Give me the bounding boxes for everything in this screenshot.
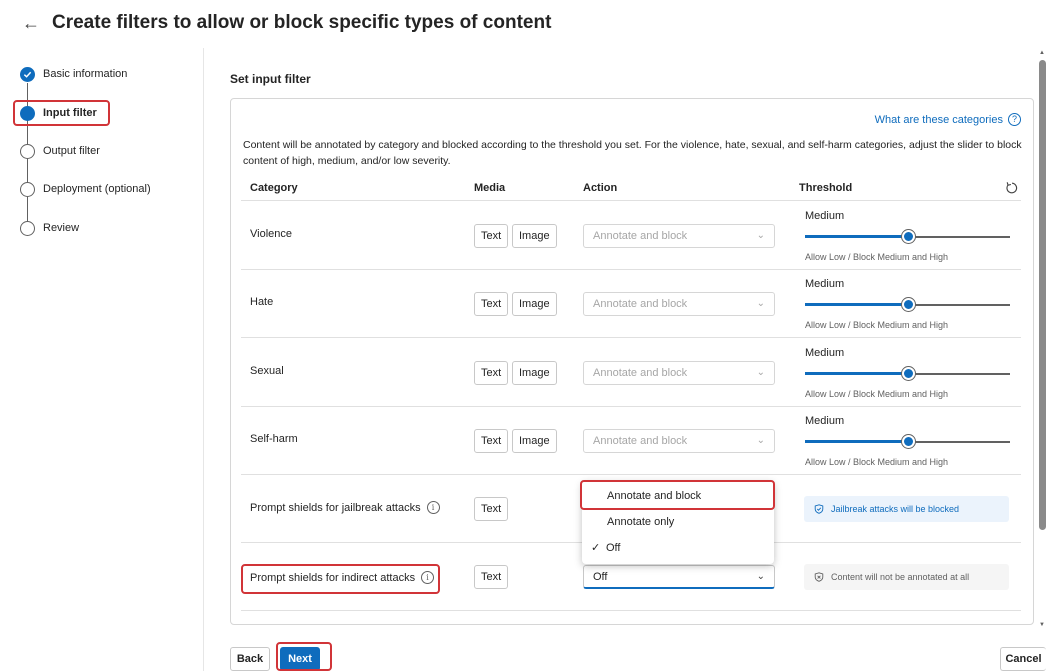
table-header: Category Media Action Threshold <box>241 177 1021 201</box>
category-label: Violence <box>250 228 292 240</box>
threshold-label: Medium <box>805 415 845 427</box>
section-title: Set input filter <box>230 72 311 86</box>
media-image-button[interactable]: Image <box>512 429 557 453</box>
media-text-button[interactable]: Text <box>474 224 509 248</box>
table-row: Hate Text Image Annotate and block ⌄ Medium Al… <box>241 270 1021 338</box>
option-off[interactable]: ✓ Off <box>582 535 774 561</box>
step-deployment[interactable]: Deployment (optional) <box>20 177 151 201</box>
threshold-description: Allow Low / Block Medium and High <box>805 320 949 330</box>
slider-thumb[interactable] <box>902 230 915 243</box>
categories-help-link[interactable]: What are these categories ? <box>875 113 1021 126</box>
media-image-button[interactable]: Image <box>512 292 557 316</box>
media-image-button[interactable]: Image <box>512 224 557 248</box>
media-text-button[interactable]: Text <box>474 292 509 316</box>
step-highlight-box <box>13 100 110 126</box>
step-basic-information[interactable]: Basic information <box>20 62 127 86</box>
checkmark-icon <box>20 66 35 82</box>
slider-fill <box>805 303 908 306</box>
filter-description: Content will be annotated by category an… <box>243 139 1022 167</box>
reset-icon[interactable] <box>1005 181 1019 195</box>
status-badge: Jailbreak attacks will be blocked <box>804 496 1009 522</box>
threshold-slider[interactable] <box>805 298 1010 311</box>
page: ← Create filters to allow or block speci… <box>0 0 1046 671</box>
action-select[interactable]: Annotate and block ⌄ <box>583 292 775 316</box>
chevron-down-icon: ⌄ <box>756 230 765 241</box>
category-label: Prompt shields for jailbreak attacks i <box>250 501 440 514</box>
slider-thumb[interactable] <box>902 298 915 311</box>
media-text-button[interactable]: Text <box>474 429 509 453</box>
slider-fill <box>805 235 908 238</box>
header: ← Create filters to allow or block speci… <box>0 0 1046 48</box>
page-title: Create filters to allow or block specifi… <box>52 12 552 33</box>
category-label: Hate <box>250 296 274 308</box>
slider-fill <box>805 372 908 375</box>
chevron-down-icon: ⌄ <box>756 435 765 446</box>
threshold-slider[interactable] <box>805 367 1010 380</box>
indirect-highlight-box <box>241 564 440 594</box>
pending-step-icon <box>20 220 35 236</box>
step-review[interactable]: Review <box>20 216 79 240</box>
scrollbar-thumb[interactable] <box>1039 60 1046 530</box>
footer: Back Next Cancel <box>0 640 1046 671</box>
slider-thumb[interactable] <box>902 435 915 448</box>
shield-icon <box>814 504 824 514</box>
threshold-description: Allow Low / Block Medium and High <box>805 457 949 467</box>
action-select[interactable]: Annotate and block ⌄ <box>583 224 775 248</box>
action-select[interactable]: Annotate and block ⌄ <box>583 361 775 385</box>
pending-step-icon <box>20 181 35 197</box>
media-text-button[interactable]: Text <box>474 565 509 589</box>
column-category: Category <box>250 182 298 194</box>
back-button[interactable]: Back <box>230 647 270 671</box>
checkmark-icon: ✓ <box>591 542 601 554</box>
table-row: Sexual Text Image Annotate and block ⌄ Medium… <box>241 339 1021 407</box>
threshold-label: Medium <box>805 278 845 290</box>
action-select[interactable]: Annotate and block ⌄ <box>583 429 775 453</box>
chevron-down-icon: ⌄ <box>756 298 765 309</box>
category-label: Self-harm <box>250 433 298 445</box>
cancel-button[interactable]: Cancel <box>1000 647 1046 671</box>
scroll-down-icon[interactable]: ▼ <box>1039 622 1045 628</box>
media-text-button[interactable]: Text <box>474 361 509 385</box>
threshold-slider[interactable] <box>805 230 1010 243</box>
slider-fill <box>805 440 908 443</box>
column-threshold: Threshold <box>799 182 853 194</box>
next-highlight-box <box>276 642 332 671</box>
pending-step-icon <box>20 143 35 159</box>
chevron-down-icon: ⌄ <box>756 367 765 378</box>
column-media: Media <box>474 182 506 194</box>
column-action: Action <box>583 182 618 194</box>
status-badge: Content will not be annotated at all <box>804 564 1009 590</box>
threshold-description: Allow Low / Block Medium and High <box>805 252 949 262</box>
media-text-button[interactable]: Text <box>474 497 509 521</box>
scroll-up-icon[interactable]: ▲ <box>1039 50 1045 56</box>
table-row: Self-harm Text Image Annotate and block ⌄ Med… <box>241 407 1021 475</box>
category-label: Sexual <box>250 365 284 377</box>
table-row: Violence Text Image Annotate and block ⌄ Medi… <box>241 202 1021 270</box>
info-icon[interactable]: i <box>426 501 440 514</box>
threshold-description: Allow Low / Block Medium and High <box>805 389 949 399</box>
slider-thumb[interactable] <box>902 367 915 380</box>
dropdown-option-highlight-box <box>580 480 775 510</box>
media-image-button[interactable]: Image <box>512 361 557 385</box>
wizard-stepper: Basic information Input filter Output fi… <box>0 48 204 671</box>
threshold-label: Medium <box>805 347 845 359</box>
threshold-slider[interactable] <box>805 435 1010 448</box>
chevron-down-icon: ⌄ <box>756 571 765 582</box>
option-annotate-only[interactable]: Annotate only <box>582 509 774 535</box>
back-arrow-icon[interactable]: ← <box>22 13 42 33</box>
step-output-filter[interactable]: Output filter <box>20 139 100 163</box>
question-icon: ? <box>1008 113 1021 126</box>
action-select-indirect[interactable]: Off ⌄ <box>583 565 775 589</box>
shield-icon <box>814 572 824 582</box>
threshold-label: Medium <box>805 210 845 222</box>
